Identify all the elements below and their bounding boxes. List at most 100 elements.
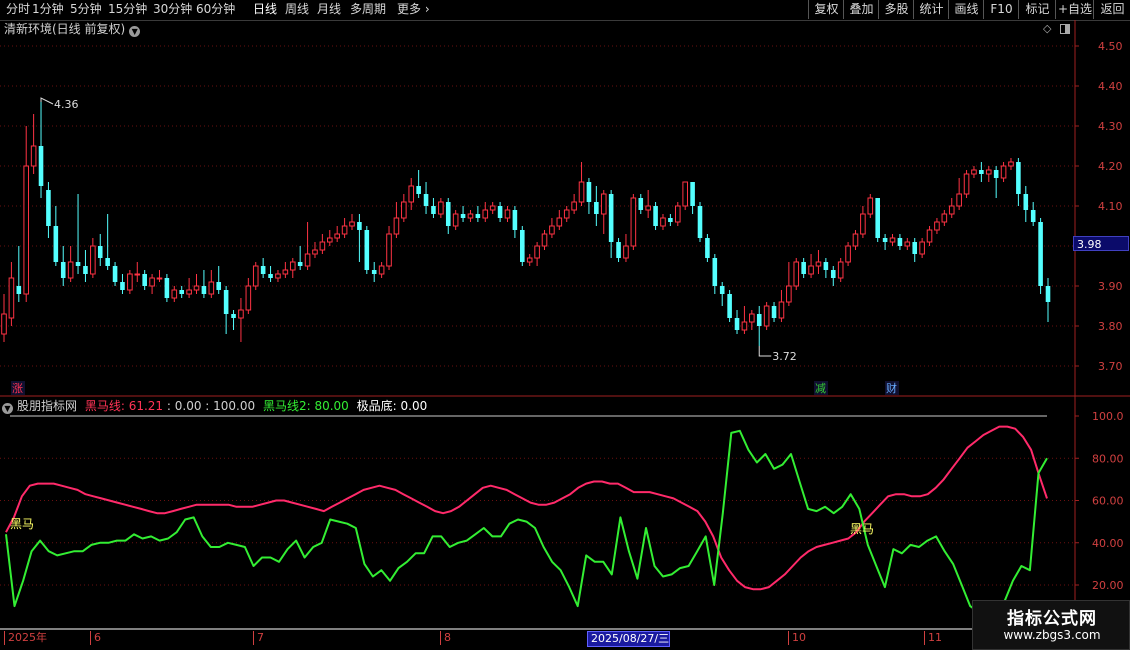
candle — [1008, 158, 1014, 170]
candle-body — [30, 145, 37, 167]
candle-body — [349, 221, 355, 227]
candle-body — [489, 205, 496, 211]
candle-body — [460, 214, 466, 218]
candle — [8, 262, 15, 326]
candle — [578, 162, 585, 206]
candle — [904, 238, 911, 250]
candle-body — [889, 237, 896, 243]
candle — [156, 270, 163, 282]
candle-body — [571, 201, 577, 211]
candle — [275, 270, 281, 282]
current-price-badge: 3.98 — [1073, 236, 1129, 251]
candle — [963, 170, 970, 198]
candle — [53, 206, 59, 266]
price-tick-label: 4.30 — [1098, 120, 1123, 133]
candle — [830, 266, 836, 286]
high-pointer — [40, 97, 54, 105]
price-tick-label: 3.70 — [1098, 360, 1123, 373]
candle — [815, 250, 822, 274]
chevron-down-icon[interactable]: ▼ — [2, 403, 13, 414]
candle-body — [149, 277, 155, 287]
candle — [674, 202, 681, 226]
line3-label: 极品底: 0.00 — [356, 399, 428, 413]
candle — [23, 126, 30, 302]
candle-body — [423, 194, 429, 206]
panel-diamond-icon[interactable]: ◇ — [1043, 22, 1051, 35]
candle-body — [112, 266, 118, 282]
price-tick-label: 4.40 — [1098, 80, 1123, 93]
candle — [645, 190, 651, 218]
candle-body — [326, 237, 333, 243]
candle — [556, 210, 563, 230]
price-tick-label: 4.20 — [1098, 160, 1123, 173]
date-label: 11 — [924, 631, 942, 645]
candle — [786, 262, 792, 306]
candle-body — [16, 286, 22, 294]
candle-body — [882, 238, 888, 242]
candle — [889, 234, 896, 246]
candle-body — [142, 274, 147, 286]
candle-body — [238, 309, 244, 319]
candle — [252, 262, 259, 290]
candle — [408, 178, 415, 210]
candle — [586, 178, 592, 214]
candle — [326, 230, 333, 246]
candle — [179, 286, 184, 298]
candle — [245, 278, 252, 314]
candle-body — [1, 313, 7, 335]
price-axis: 4.504.404.304.204.104.003.903.803.70 — [1075, 40, 1123, 373]
candle-body — [668, 218, 673, 222]
candle-body — [638, 198, 644, 210]
candle-body — [912, 242, 918, 254]
candle-body — [452, 213, 459, 227]
candle-body — [956, 193, 962, 207]
candle-body — [97, 246, 103, 258]
candle — [319, 234, 326, 254]
candle-body — [341, 225, 348, 235]
indicator-tick-label: 40.00 — [1092, 537, 1124, 550]
candle-body — [386, 233, 392, 267]
candle — [504, 206, 511, 222]
candle-body — [134, 273, 141, 276]
candle-body — [653, 206, 658, 226]
candle — [120, 274, 125, 294]
candle — [201, 270, 207, 298]
params-label: : 0.00 : 100.00 — [166, 399, 256, 413]
panel-toggle-icon[interactable] — [1060, 24, 1070, 34]
candle-body — [830, 270, 836, 278]
candle — [38, 102, 44, 198]
main-chart-title[interactable]: 清新环境(日线 前复权) ▼ — [4, 21, 141, 37]
candle — [763, 302, 770, 330]
candle — [594, 186, 599, 226]
candle-body — [534, 245, 540, 259]
candle — [386, 226, 392, 270]
candle-body — [504, 209, 511, 219]
watermark-logo: 指标公式网 www.zbgs3.com — [972, 600, 1130, 650]
candle-body — [208, 281, 215, 295]
candle-body — [860, 213, 866, 235]
candle — [341, 218, 348, 238]
candle-body — [482, 209, 489, 219]
candle-body — [1016, 162, 1021, 194]
candle-body — [778, 301, 785, 319]
candle — [1016, 158, 1021, 206]
candlestick-series — [1, 102, 1051, 346]
candle — [860, 206, 866, 238]
watermark-url: www.zbgs3.com — [1003, 628, 1101, 642]
indicator-name[interactable]: 股朋指标网 — [17, 399, 77, 413]
heima-line-2 — [5, 429, 1048, 616]
candle — [349, 214, 355, 230]
chevron-down-icon[interactable]: ▼ — [129, 26, 141, 37]
candle — [393, 202, 400, 238]
candle — [682, 181, 688, 210]
price-tick-label: 4.10 — [1098, 200, 1123, 213]
candle-body — [223, 290, 229, 314]
candle-body — [445, 202, 451, 226]
candle — [134, 262, 141, 282]
candle-body — [431, 206, 436, 214]
candle-body — [1038, 222, 1043, 286]
indicator-lines: 黑马 黑马 — [5, 425, 1048, 616]
indicator-axis: 100.0 80.00 60.00 40.00 20.00 — [1075, 410, 1124, 592]
candle — [697, 202, 703, 242]
watermark-title: 指标公式网 — [1007, 609, 1097, 629]
